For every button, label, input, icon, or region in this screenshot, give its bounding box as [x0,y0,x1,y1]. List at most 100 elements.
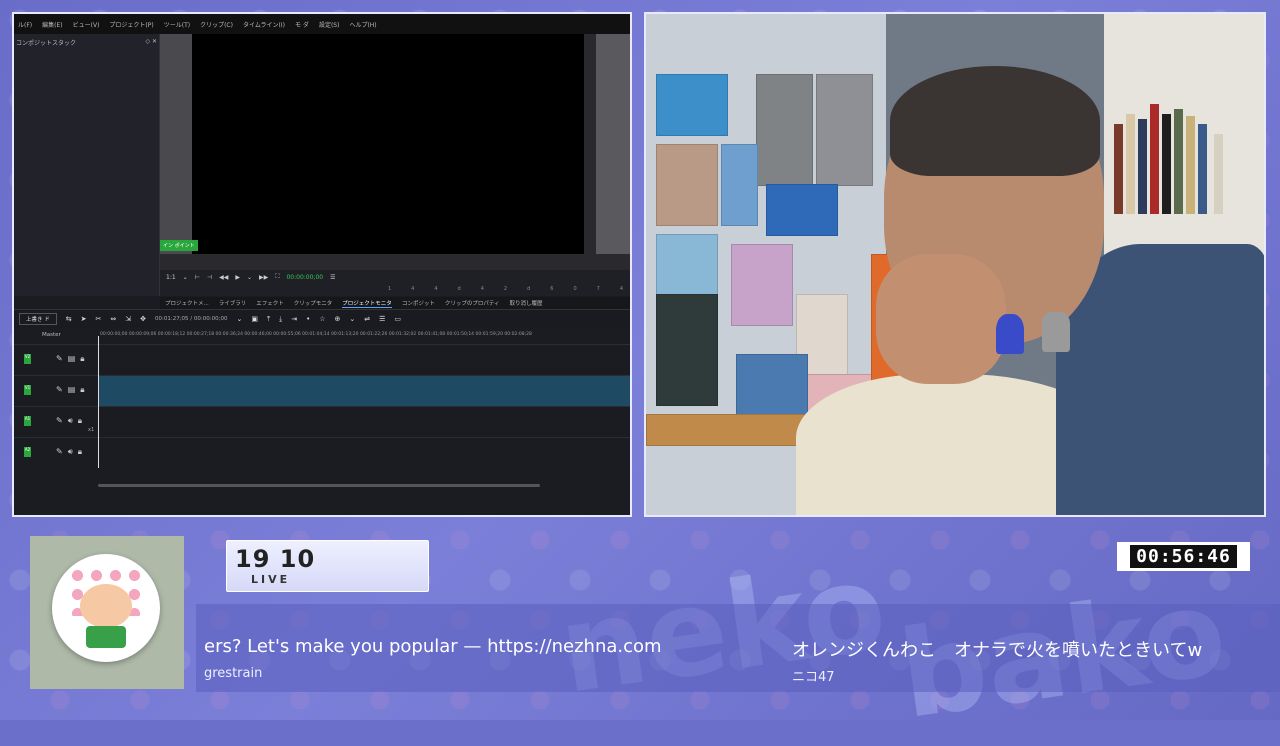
playhead[interactable] [98,336,99,468]
person-hair [890,66,1100,176]
lock-icon[interactable]: 🔒︎ [80,385,84,395]
thumbnail-icon[interactable]: ▭ [394,315,401,323]
monitor-margin [596,34,630,254]
spacer-tool-icon[interactable]: ⇔ [110,315,116,323]
fit-icon[interactable]: ⇲ [125,315,131,323]
tab-effects[interactable]: エフェクト [256,299,284,307]
viewer-counter: 19 10 LIVE [226,540,429,592]
dock-tabs: プロジェクトメ... ライブラリ エフェクト クリップモニタ プロジェクトモニタ… [160,297,630,309]
menu-item-clip[interactable]: クリップ(C) [200,20,233,29]
menu-bar: ル(F) 編集(E) ビュー(V) プロジェクト(P) ツール(T) クリップ(… [14,14,630,34]
track-sub-label: x1 [88,427,95,433]
compare-icon[interactable]: ⇌ [364,315,370,323]
pen-icon[interactable]: ✎ [56,354,63,364]
mix-dropdown-icon[interactable]: ⌄ [349,315,355,323]
menu-item-edit[interactable]: 編集(E) [42,20,62,29]
menu-item-project[interactable]: プロジェクト(P) [109,20,153,29]
menu-item-settings[interactable]: 設定(S) [319,20,340,29]
tab-undo-history[interactable]: 取り消し履歴 [510,299,543,307]
track-tag[interactable]: A2 [24,447,31,457]
monitor-preview[interactable] [192,34,584,254]
fast-forward-icon[interactable]: ▶▶ [259,274,268,281]
film-icon[interactable]: ▤ [68,385,76,395]
ruler-ticks[interactable]: 00:00:00;00 00:00:09;06 00:00:18;12 00:0… [100,332,532,337]
tab-composite[interactable]: コンポジット [402,299,435,307]
play-options-icon[interactable]: ⌄ [247,274,252,281]
play-icon[interactable]: ▶ [235,274,240,281]
speaker-icon[interactable]: 🔊︎ [68,447,73,457]
menu-item-timeline[interactable]: タイムライン(I) [243,20,285,29]
timeline-timecode: 00:01:27;05 / 00:00:00;00 [155,316,228,322]
monitor-menu-icon[interactable]: ☰ [330,274,335,281]
track-audio-2: A2 ✎ 🔊︎ 🔒︎ [14,437,630,468]
track-audio-1: A1 ✎ 🔊︎ 🔒︎ x1 [14,406,630,437]
extract-icon[interactable]: ⤓ [279,315,282,324]
channel-avatar [30,536,184,689]
chevron-down-icon[interactable]: ⌄ [183,274,188,281]
panel-title: コンポジットスタック [16,40,77,47]
track-tag[interactable]: V2 [24,354,31,364]
timeline-scrollbar[interactable] [98,484,540,487]
pen-icon[interactable]: ✎ [56,447,63,457]
razor-tool-icon[interactable]: ✂ [96,315,102,323]
in-point-marker: イン ポイント [160,240,198,251]
timeline-toolbar: 上書き ド ⇆ ➤ ✂ ⇔ ⇲ ✥ 00:01:27;05 / 00:00:00… [14,309,630,328]
pen-icon[interactable]: ✎ [56,385,63,395]
pixel-sprite-gray [1042,312,1070,352]
track-video-2: V2 ✎ ▤ 🔒︎ [14,344,630,375]
panel-close-icon[interactable]: ◇ ✕ [145,38,157,47]
ripple-icon[interactable]: ⇆ [66,315,72,323]
menu-item-view[interactable]: ビュー(V) [73,20,100,29]
set-in-icon[interactable]: ⊢ [195,274,200,281]
lift-icon[interactable]: ⤒ [267,315,270,324]
webcam-feed [644,12,1266,517]
person-hand [876,254,1006,384]
speaker-icon[interactable]: 🔊︎ [68,416,73,426]
track-lane[interactable] [98,438,630,468]
master-label[interactable]: Master [42,332,61,338]
tab-project-monitor[interactable]: プロジェクトモニタ [342,299,392,308]
track-lane[interactable] [98,407,630,437]
mix-icon[interactable]: ⊕ [334,315,340,323]
stream-clock: 00:56:46 [1117,542,1250,571]
monitor-timecode[interactable]: 00:00:00;00 [286,274,323,281]
tc-dropdown-icon[interactable]: ⌄ [236,315,242,323]
transport-controls: 1:1 ⌄ ⊢ ⊣ ◀◀ ▶ ⌄ ▶▶ ⛶ 00:00:00;00 ☰ 144d… [160,270,630,296]
fullscreen-icon[interactable]: ⛶ [275,273,279,281]
overwrite-icon[interactable]: ⇥ [291,315,297,323]
menu-item-file[interactable]: ル(F) [18,20,32,29]
select-tool-icon[interactable]: ➤ [81,315,87,323]
track-lane-selected[interactable] [98,376,630,406]
snap-icon[interactable]: ✥ [140,315,146,323]
menu-item-help[interactable]: ヘルプ(H) [349,20,376,29]
clock-time: 00:56:46 [1130,545,1237,568]
lock-icon[interactable]: 🔒︎ [78,447,82,457]
favorite-icon[interactable]: ☆ [319,315,325,323]
marker-icon[interactable]: • [306,315,310,323]
live-label: LIVE [251,573,291,586]
track-tag[interactable]: V1 [24,385,31,395]
edit-mode-select[interactable]: 上書き ド [19,313,57,325]
zoom-select[interactable]: 1:1 [166,274,176,281]
track-tag[interactable]: A1 [24,416,31,426]
menu-item-tool[interactable]: ツール(T) [164,20,190,29]
menu-item-monitor[interactable]: モ ダ [295,20,309,29]
tab-project-bin[interactable]: プロジェクトメ... [165,299,209,307]
lock-icon[interactable]: 🔒︎ [80,354,84,364]
video-editor-window: ル(F) 編集(E) ビュー(V) プロジェクト(P) ツール(T) クリップ(… [12,12,632,517]
pen-icon[interactable]: ✎ [56,416,63,426]
film-icon[interactable]: ▤ [68,354,76,364]
comment-author: ニコ47 [792,670,835,685]
tab-clip-monitor[interactable]: クリップモニタ [294,299,333,307]
pixel-sprite-blue [996,314,1024,354]
monitor-ruler: 144d42d6074 [388,286,623,292]
comment-text: オレンジくんわこ オナラで火を噴いたときいてw [792,640,1203,661]
track-lane[interactable] [98,345,630,375]
rewind-icon[interactable]: ◀◀ [219,274,228,281]
insert-icon[interactable]: ▣ [251,315,258,323]
set-out-icon[interactable]: ⊣ [207,274,212,281]
lock-icon[interactable]: 🔒︎ [78,416,82,426]
tab-clip-properties[interactable]: クリップのプロパティ [445,299,500,307]
list-icon[interactable]: ☰ [379,315,385,323]
tab-library[interactable]: ライブラリ [219,299,247,307]
